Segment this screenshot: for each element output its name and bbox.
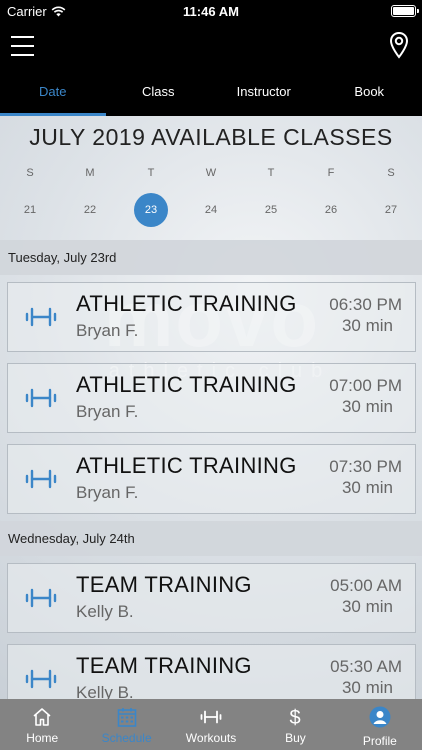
nav-label: Home [26,731,59,745]
calendar-day[interactable]: 25 [254,193,288,227]
class-time: 06:30 PM [329,295,402,314]
class-card[interactable]: TEAM TRAINING Kelly B. 05:30 AM 30 min [7,644,416,699]
tab-date[interactable]: Date [0,70,106,116]
dumbbell-icon [25,588,57,608]
class-instructor: Bryan F. [76,321,139,340]
class-instructor: Kelly B. [76,683,134,699]
tab-bar: Date Class Instructor Book Appointment [0,70,422,143]
location-pin-icon[interactable] [389,31,409,59]
clock: 11:46 AM [183,4,239,19]
home-icon [33,708,51,726]
class-time: 07:30 PM [329,457,402,476]
class-duration: 30 min [341,316,393,335]
class-name: ATHLETIC TRAINING [76,372,297,397]
day-row: 21 22 23 24 25 26 27 [0,193,422,227]
dumbbell-icon [200,710,222,724]
weekday-label: T [147,167,155,179]
nav-label: Workouts [185,731,237,745]
dumbbell-icon [25,388,57,408]
svg-text:$: $ [290,707,301,728]
class-instructor: Bryan F. [76,402,139,421]
nav-home[interactable]: Home [0,699,84,750]
date-section-header: Wednesday, July 24th [0,521,422,556]
calendar-day[interactable]: 26 [314,193,348,227]
class-name: ATHLETIC TRAINING [76,291,297,316]
calendar-title: JULY 2019 AVAILABLE CLASSES [29,124,393,150]
calendar-icon [117,708,136,727]
weekday-label: W [205,167,217,179]
class-instructor: Kelly B. [76,602,134,621]
class-duration: 30 min [341,597,393,616]
class-duration: 30 min [341,397,393,416]
schedule-content[interactable]: movo athletic club JULY 2019 AVAILABLE C… [0,116,422,699]
nav-label: Schedule [101,731,152,745]
calendar-day[interactable]: 22 [73,193,107,227]
profile-icon [369,706,391,728]
class-duration: 30 min [341,478,393,497]
nav-label: Profile [362,734,397,748]
class-time: 05:30 AM [330,657,402,676]
class-card[interactable]: TEAM TRAINING Kelly B. 05:00 AM 30 min [7,563,416,633]
class-time: 05:00 AM [330,576,402,595]
class-name: ATHLETIC TRAINING [76,453,297,478]
tab-instructor[interactable]: Instructor [211,70,317,116]
top-bar [0,22,422,70]
class-name: TEAM TRAINING [76,653,252,678]
class-name: TEAM TRAINING [76,572,252,597]
nav-buy[interactable]: $ Buy [253,699,337,750]
dollar-icon: $ [290,707,301,728]
date-section-header: Tuesday, July 23rd [0,240,422,275]
dumbbell-icon [25,307,57,327]
dumbbell-icon [25,469,57,489]
menu-icon[interactable] [11,35,34,57]
weekday-label: M [85,167,95,179]
weekday-label: F [327,167,335,179]
bottom-nav: Home Schedule Workouts $ Buy Profile [0,699,422,750]
tab-book-appointment[interactable]: Book Appointment [317,70,422,143]
calendar-day[interactable]: 24 [194,193,228,227]
class-duration: 30 min [341,678,393,697]
nav-schedule[interactable]: Schedule [84,699,168,750]
weekday-label: T [267,167,275,179]
nav-label: Buy [285,731,306,745]
class-time: 07:00 PM [329,376,402,395]
class-card[interactable]: ATHLETIC TRAINING Bryan F. 06:30 PM 30 m… [7,282,416,352]
nav-profile[interactable]: Profile [338,699,422,750]
tab-class[interactable]: Class [106,70,212,116]
weekday-label: S [387,167,395,179]
weekday-label: S [26,167,34,179]
class-instructor: Bryan F. [76,483,139,502]
calendar-day[interactable]: 27 [374,193,408,227]
nav-workouts[interactable]: Workouts [169,699,253,750]
class-card[interactable]: ATHLETIC TRAINING Bryan F. 07:30 PM 30 m… [7,444,416,514]
calendar-day[interactable]: 21 [13,193,47,227]
battery-icon [391,5,419,17]
weekday-row: S M T W T F S [0,156,422,190]
class-card[interactable]: ATHLETIC TRAINING Bryan F. 07:00 PM 30 m… [7,363,416,433]
calendar-day-selected[interactable]: 23 [134,193,168,227]
status-bar: Carrier 11:46 AM [0,0,422,22]
dumbbell-icon [25,669,57,689]
